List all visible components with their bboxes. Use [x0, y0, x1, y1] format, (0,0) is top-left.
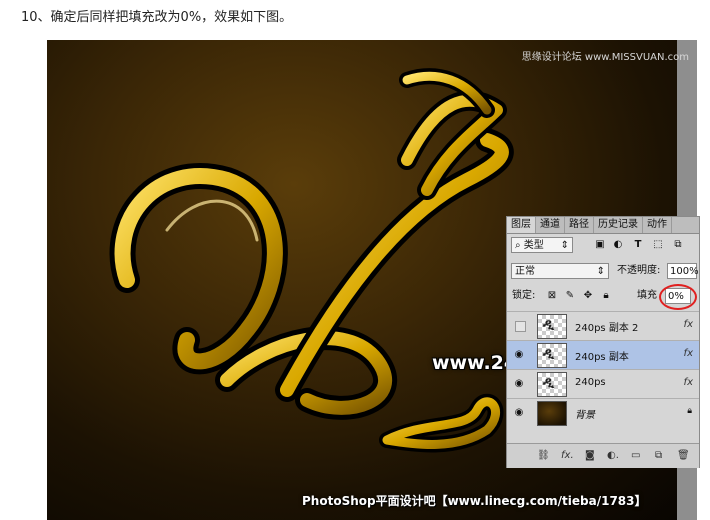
layer-list: ዲ 240ps 副本 2 fx ◉ ዲ 240ps 副本 fx ◉ ዲ 240p… [507, 311, 699, 427]
fill-label: 填充 [637, 290, 657, 301]
folder-icon[interactable]: ▭ [631, 449, 640, 463]
tab-history[interactable]: 历史记录 [594, 217, 643, 233]
visibility-toggle-off[interactable] [515, 321, 526, 332]
image-filter-icon[interactable]: ▣ [593, 238, 607, 252]
step-caption: 10、确定后同样把填充改为0%，效果如下图。 [21, 10, 293, 25]
fx-icon[interactable]: fx [684, 377, 693, 388]
layer-row[interactable]: ◉ ዲ 240ps fx [507, 369, 699, 398]
blend-row: 正常 ⇕ 不透明度: 100% [507, 261, 699, 283]
layer-name: 240ps 副本 2 [575, 323, 639, 334]
filter-type-label: 类型 [523, 240, 544, 251]
filter-type-select[interactable]: ⌕ 类型 ⇕ [511, 237, 573, 253]
tab-layers[interactable]: 图层 [507, 217, 536, 233]
shape-filter-icon[interactable]: ⬚ [651, 238, 665, 252]
layer-name: 240ps 副本 [575, 352, 629, 363]
link-icon[interactable]: ⛓ [537, 449, 550, 463]
smart-object-filter-icon[interactable]: ⧉ [671, 238, 685, 252]
layer-row-background[interactable]: ◉ 背景 🔒︎ [507, 398, 699, 427]
lock-icon: 🔒︎ [687, 406, 692, 416]
lock-transparency-icon[interactable]: ⊠ [545, 289, 559, 303]
opacity-input[interactable]: 100% [667, 263, 699, 279]
fx-icon[interactable]: fx. [561, 449, 574, 463]
watermark-top: 思缘设计论坛 www.MISSVUAN.com [521, 52, 689, 63]
opacity-label: 不透明度: [617, 265, 661, 276]
panel-bottom-bar: ⛓ fx. ◙ ◐. ▭ ⧉ 🗑︎ [507, 443, 699, 468]
eye-icon[interactable]: ◉ [513, 378, 525, 390]
new-layer-icon[interactable]: ⧉ [655, 449, 662, 463]
lock-label: 锁定: [512, 290, 536, 301]
layer-row[interactable]: ዲ 240ps 副本 2 fx [507, 311, 699, 340]
type-filter-icon[interactable]: T [631, 238, 645, 252]
layer-name: 240ps [575, 377, 606, 388]
tab-paths[interactable]: 路径 [565, 217, 594, 233]
layer-thumbnail: ዲ [537, 372, 567, 397]
chevron-updown-icon: ⇕ [560, 240, 569, 251]
watermark-bottom: PhotoShop平面设计吧【www.linecg.com/tieba/1783… [302, 494, 647, 508]
chevron-updown-icon: ⇕ [596, 266, 605, 277]
lock-all-icon[interactable]: 🔒︎ [599, 289, 613, 303]
fx-icon[interactable]: fx [684, 348, 693, 359]
search-icon: ⌕ [515, 240, 524, 251]
layer-name: 背景 [575, 410, 595, 421]
panel-tabs: 图层 通道 路径 历史记录 动作 [507, 217, 699, 234]
mask-icon[interactable]: ◙ [585, 449, 595, 463]
tab-channels[interactable]: 通道 [536, 217, 565, 233]
eye-icon[interactable]: ◉ [513, 349, 525, 361]
trash-icon[interactable]: 🗑︎ [677, 449, 690, 463]
eye-icon[interactable]: ◉ [513, 407, 525, 419]
layers-panel: 图层 通道 路径 历史记录 动作 ⌕ 类型 ⇕ ▣ ◐ T ⬚ ⧉ 正常 ⇕ 不… [506, 216, 700, 468]
layer-thumbnail [537, 401, 567, 426]
tab-actions[interactable]: 动作 [643, 217, 672, 233]
fx-icon[interactable]: fx [684, 319, 693, 330]
adjustment-filter-icon[interactable]: ◐ [611, 238, 625, 252]
layer-thumbnail: ዲ [537, 314, 567, 339]
lock-move-icon[interactable]: ✥ [581, 289, 595, 303]
filter-row: ⌕ 类型 ⇕ ▣ ◐ T ⬚ ⧉ [507, 235, 699, 257]
adjustment-icon[interactable]: ◐. [607, 449, 619, 463]
lock-row: 锁定: ⊠ ✎ ✥ 🔒︎ 填充 0% [507, 284, 699, 310]
layer-thumbnail: ዲ [537, 343, 567, 368]
lock-brush-icon[interactable]: ✎ [563, 289, 577, 303]
fill-highlight-circle [659, 284, 697, 310]
blend-mode-value: 正常 [515, 266, 535, 277]
blend-mode-select[interactable]: 正常 ⇕ [511, 263, 609, 279]
layer-row-selected[interactable]: ◉ ዲ 240ps 副本 fx [507, 340, 699, 369]
